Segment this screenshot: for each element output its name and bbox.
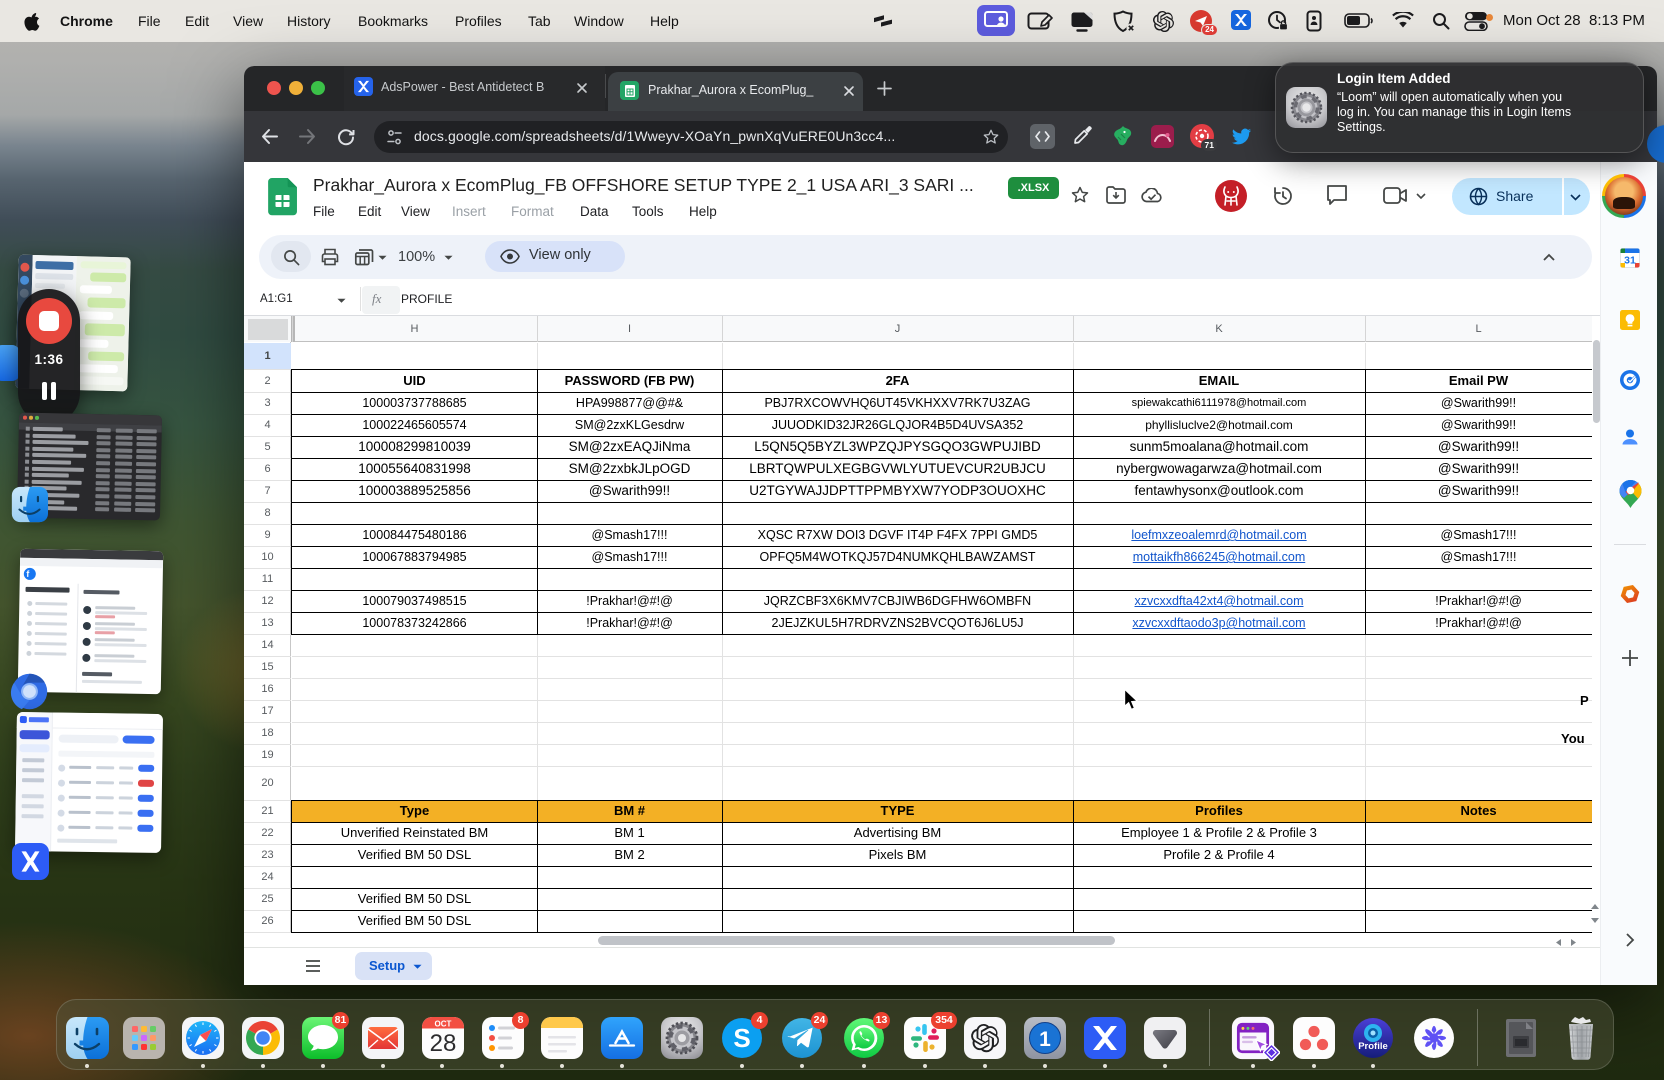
svg-text:31: 31	[1624, 255, 1636, 267]
svg-text:28: 28	[430, 1030, 457, 1057]
svg-text:S: S	[733, 1023, 750, 1053]
svg-text:Profile: Profile	[1358, 1041, 1388, 1052]
svg-text:1: 1	[1039, 1028, 1051, 1051]
svg-text:OCT: OCT	[435, 1020, 452, 1029]
